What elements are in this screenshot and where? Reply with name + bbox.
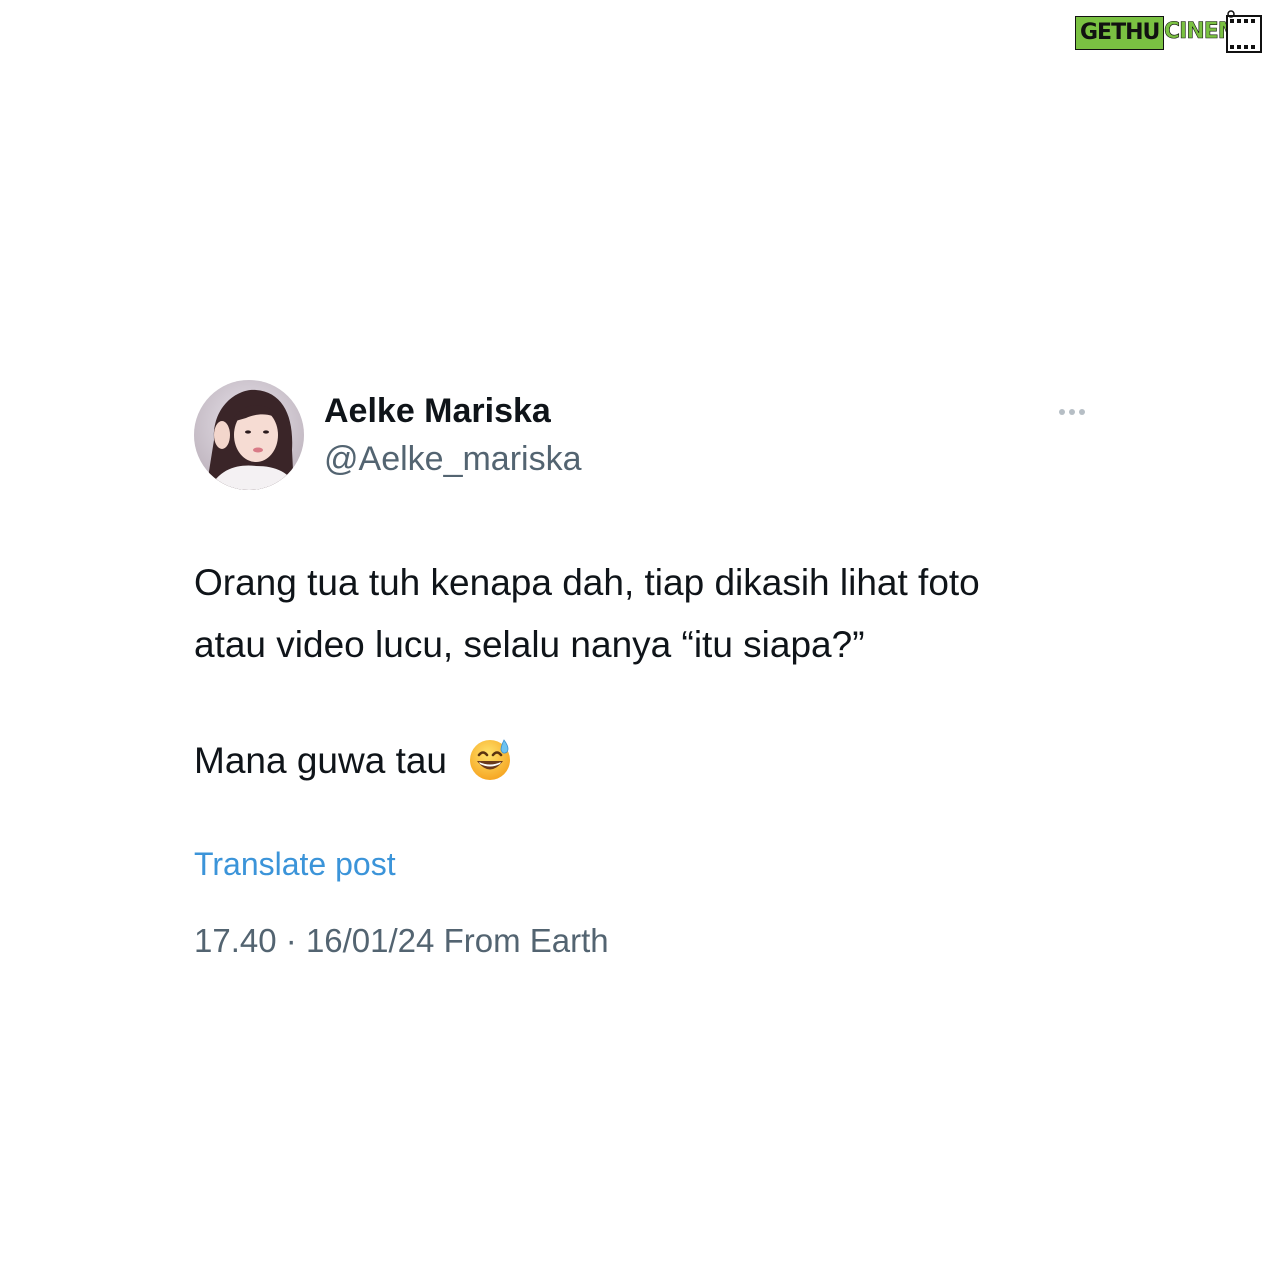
display-name[interactable]: Aelke Mariska: [324, 392, 551, 431]
avatar[interactable]: [194, 380, 304, 490]
meta-separator: ·: [285, 922, 297, 959]
post-time[interactable]: 17.40: [194, 922, 277, 959]
post-text-line-3-container: Mana guwa tau: [194, 738, 513, 784]
watermark-gethu: GETHU: [1075, 16, 1165, 50]
post-text-line-2: atau video lucu, selalu nanya “itu siapa…: [194, 624, 865, 665]
translate-post-link[interactable]: Translate post: [194, 846, 396, 883]
more-options-icon[interactable]: [1054, 400, 1094, 424]
post-text-line-3: Mana guwa tau: [194, 740, 448, 781]
post-source: From Earth: [443, 922, 609, 959]
profile-photo: [194, 380, 304, 490]
post-metadata: 17.40 · 16/01/24 From Earth: [194, 922, 609, 960]
film-reel-icon: [1226, 10, 1262, 53]
watermark-logo: GETHU CINEMA: [1075, 8, 1265, 53]
post-text-line-1: Orang tua tuh kenapa dah, tiap dikasih l…: [194, 562, 980, 603]
post-text: Orang tua tuh kenapa dah, tiap dikasih l…: [194, 552, 1094, 676]
post-date[interactable]: 16/01/24: [306, 922, 434, 959]
user-handle[interactable]: @Aelke_mariska: [324, 440, 582, 479]
grinning-face-with-sweat-icon: [470, 739, 511, 781]
